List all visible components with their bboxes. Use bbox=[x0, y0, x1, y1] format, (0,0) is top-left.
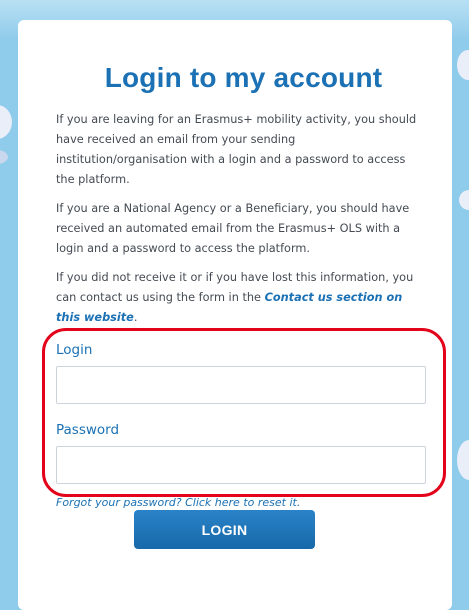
password-input[interactable] bbox=[56, 446, 426, 484]
cloud-decoration bbox=[0, 105, 12, 139]
contact-text-end: . bbox=[133, 311, 138, 324]
login-input[interactable] bbox=[56, 366, 426, 404]
password-label: Password bbox=[56, 422, 120, 438]
cloud-decoration bbox=[459, 190, 469, 210]
cloud-decoration bbox=[457, 50, 469, 80]
login-button[interactable]: LOGIN bbox=[134, 510, 315, 549]
login-label: Login bbox=[56, 342, 93, 358]
page-title: Login to my account bbox=[104, 62, 383, 93]
cloud-decoration bbox=[0, 150, 8, 164]
cloud-decoration bbox=[457, 440, 469, 480]
intro-paragraph-agency: If you are a National Agency or a Benefi… bbox=[56, 202, 410, 255]
intro-paragraph-mobility: If you are leaving for an Erasmus+ mobil… bbox=[56, 113, 417, 186]
contact-paragraph: If you did not receive it or if you have… bbox=[56, 268, 427, 328]
forgot-password-link[interactable]: Forgot your password? Click here to rese… bbox=[56, 496, 356, 509]
